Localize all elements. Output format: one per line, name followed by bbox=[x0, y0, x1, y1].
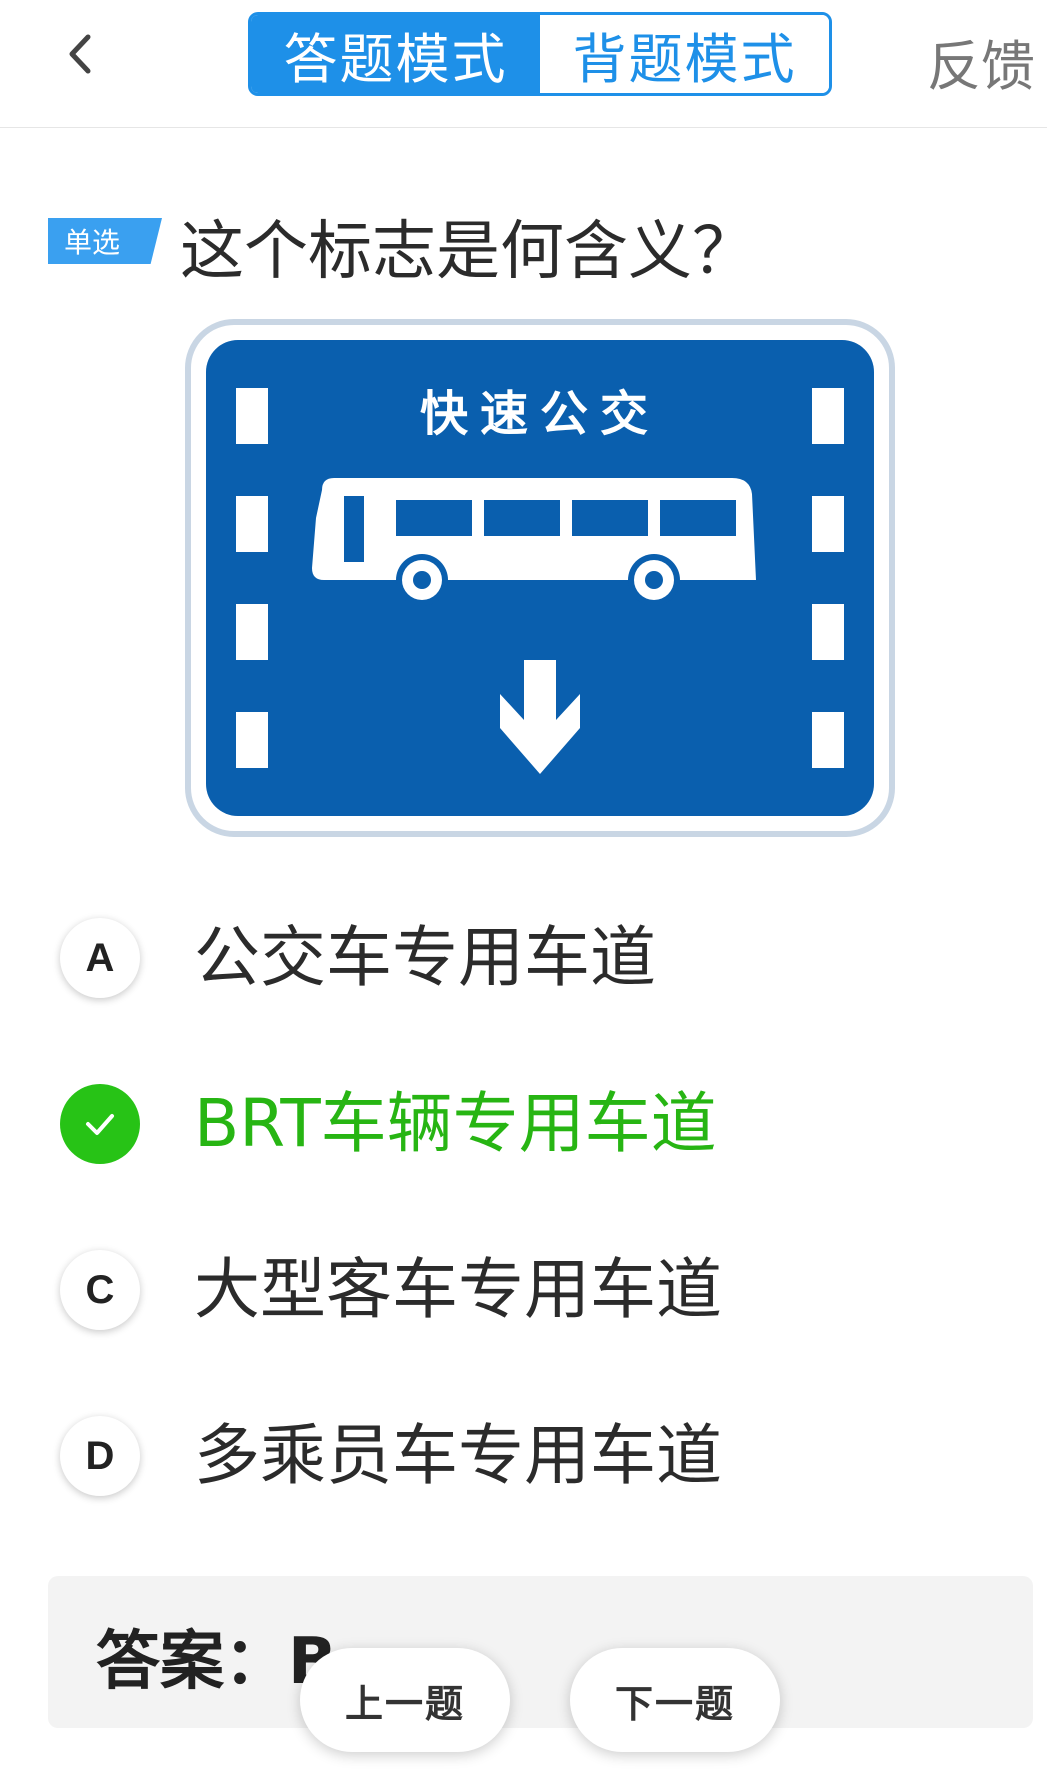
option-text: 大型客车专用车道 bbox=[194, 1251, 722, 1328]
option-text: 多乘员车专用车道 bbox=[194, 1417, 722, 1494]
answer-label: 答案： bbox=[96, 1625, 288, 1699]
answer-panel: 答案：B bbox=[48, 1576, 1033, 1728]
bus-lane-sign-icon: 快速公交 bbox=[185, 319, 895, 837]
question-text: 这个标志是何含义？ bbox=[180, 215, 756, 289]
option-letter: A bbox=[60, 918, 140, 998]
option-letter: D bbox=[60, 1416, 140, 1496]
feedback-button[interactable]: 反馈 bbox=[927, 22, 1035, 101]
top-bar: 答题模式 背题模式 反馈 bbox=[0, 0, 1047, 128]
back-button[interactable] bbox=[40, 14, 120, 94]
prev-question-button[interactable]: 上一题 bbox=[300, 1648, 510, 1752]
mode-toggle: 答题模式 背题模式 bbox=[248, 12, 832, 96]
chevron-left-icon bbox=[69, 34, 91, 74]
option-letter: C bbox=[60, 1250, 140, 1330]
check-icon bbox=[60, 1084, 140, 1164]
next-question-button[interactable]: 下一题 bbox=[570, 1648, 780, 1752]
option-text: 公交车专用车道 bbox=[194, 919, 656, 996]
question-row: 单选 这个标志是何含义？ bbox=[48, 200, 1008, 289]
sign-title: 快速公交 bbox=[420, 386, 660, 442]
question-page: 答题模式 背题模式 反馈 单选 这个标志是何含义？ 快速公交 A 公交车专用车道… bbox=[0, 0, 1047, 1780]
tab-review-mode[interactable]: 背题模式 bbox=[540, 15, 829, 93]
question-image: 快速公交 bbox=[184, 318, 896, 838]
tab-answer-mode[interactable]: 答题模式 bbox=[251, 15, 540, 93]
option-a[interactable]: A 公交车专用车道 bbox=[58, 910, 958, 1006]
option-d[interactable]: D 多乘员车专用车道 bbox=[58, 1408, 958, 1504]
option-c[interactable]: C 大型客车专用车道 bbox=[58, 1242, 958, 1338]
option-text: BRT车辆专用车道 bbox=[194, 1085, 717, 1162]
question-type-badge: 单选 bbox=[48, 218, 162, 264]
option-b[interactable]: BRT车辆专用车道 bbox=[58, 1076, 958, 1172]
